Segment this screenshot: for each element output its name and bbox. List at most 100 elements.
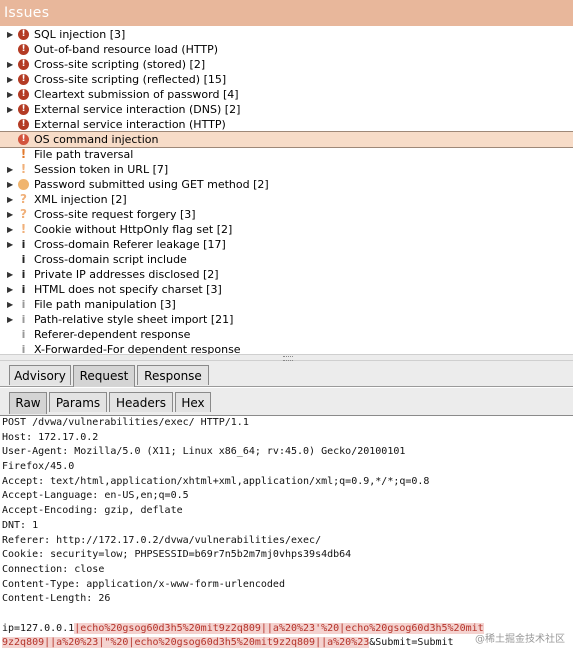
issue-label: Password submitted using GET method [2] xyxy=(34,178,269,191)
issue-label: Private IP addresses disclosed [2] xyxy=(34,268,219,281)
info-icon: i xyxy=(21,343,26,354)
expand-arrow-icon[interactable]: ▶ xyxy=(7,177,13,192)
issue-label: Cross-domain script include xyxy=(34,253,187,266)
panel-splitter[interactable] xyxy=(0,354,573,361)
tab-request[interactable]: Request xyxy=(73,365,135,387)
high-severity-icon: ! xyxy=(18,59,29,70)
tab-response[interactable]: Response xyxy=(137,365,209,385)
issue-row[interactable]: ▶! Cleartext submission of password [4] xyxy=(0,87,573,102)
medium-circle-icon xyxy=(18,179,29,190)
request-line: User-Agent: Mozilla/5.0 (X11; Linux x86_… xyxy=(2,446,406,458)
expand-arrow-icon[interactable]: ▶ xyxy=(7,207,13,222)
info-icon: i xyxy=(21,283,26,296)
request-line: Content-Length: 26 xyxy=(2,593,111,605)
detail-tab-bar: Advisory Request Response xyxy=(0,361,573,387)
issue-label: OS command injection xyxy=(34,133,159,146)
issue-row[interactable]: ! External service interaction (HTTP) xyxy=(0,117,573,132)
issue-row[interactable]: ▶! Cross-site scripting (reflected) [15] xyxy=(0,72,573,87)
issue-row[interactable]: ▶! External service interaction (DNS) [2] xyxy=(0,102,573,117)
issue-row[interactable]: ▶ i Private IP addresses disclosed [2] xyxy=(0,267,573,282)
issue-row[interactable]: ! Out-of-band resource load (HTTP) xyxy=(0,42,573,57)
watermark: @稀土掘金技术社区 xyxy=(475,634,565,645)
high-severity-icon: ! xyxy=(18,134,29,145)
tab-params[interactable]: Params xyxy=(49,392,107,412)
expand-arrow-icon[interactable]: ▶ xyxy=(7,297,13,312)
raw-request-editor[interactable]: POST /dvwa/vulnerabilities/exec/ HTTP/1.… xyxy=(0,416,573,651)
request-line xyxy=(0,607,573,622)
issue-label: Cross-site scripting (reflected) [15] xyxy=(34,73,227,86)
tab-hex[interactable]: Hex xyxy=(175,392,211,412)
expand-arrow-icon[interactable]: ▶ xyxy=(7,27,13,42)
message-view-tab-bar: Raw Params Headers Hex xyxy=(0,388,573,416)
request-line: Accept: text/html,application/xhtml+xml,… xyxy=(2,475,430,487)
issue-label: HTML does not specify charset [3] xyxy=(34,283,222,296)
issue-row[interactable]: ! OS command injection xyxy=(0,131,573,148)
issue-label: Cross-site request forgery [3] xyxy=(34,208,196,221)
issue-row[interactable]: ▶ i Path-relative style sheet import [21] xyxy=(0,312,573,327)
expand-arrow-icon[interactable]: ▶ xyxy=(7,282,13,297)
question-icon: ? xyxy=(20,192,27,206)
low-severity-icon: ! xyxy=(20,162,27,176)
issues-tree[interactable]: ▶! SQL injection [3]! Out-of-band resource… xyxy=(0,27,573,354)
expand-arrow-icon[interactable]: ▶ xyxy=(7,162,13,177)
issue-row[interactable]: ▶? Cross-site request forgery [3] xyxy=(0,207,573,222)
request-line: Host: 172.17.0.2 xyxy=(2,431,99,443)
expand-arrow-icon[interactable]: ▶ xyxy=(7,87,13,102)
issue-row[interactable]: i Cross-domain script include xyxy=(0,252,573,267)
request-line: Referer: http://172.17.0.2/dvwa/vulnerab… xyxy=(2,534,322,546)
expand-arrow-icon[interactable]: ▶ xyxy=(7,222,13,237)
issue-label: Path-relative style sheet import [21] xyxy=(34,313,234,326)
issue-row[interactable]: i X-Forwarded-For dependent response xyxy=(0,342,573,354)
expand-arrow-icon[interactable]: ▶ xyxy=(7,72,13,87)
request-body-submit: &Submit=Submit xyxy=(369,637,454,649)
issue-label: Cross-site scripting (stored) [2] xyxy=(34,58,206,71)
high-severity-icon: ! xyxy=(18,74,29,85)
issue-row[interactable]: ▶! Cross-site scripting (stored) [2] xyxy=(0,57,573,72)
issue-label: SQL injection [3] xyxy=(34,28,126,41)
issue-row[interactable]: ▶! Session token in URL [7] xyxy=(0,162,573,177)
high-severity-icon: ! xyxy=(18,119,29,130)
issue-label: Session token in URL [7] xyxy=(34,163,169,176)
tab-raw[interactable]: Raw xyxy=(9,392,47,414)
issue-row[interactable]: ▶ i File path manipulation [3] xyxy=(0,297,573,312)
issue-row[interactable]: ▶ i Cross-domain Referer leakage [17] xyxy=(0,237,573,252)
high-severity-icon: ! xyxy=(18,89,29,100)
expand-arrow-icon[interactable]: ▶ xyxy=(7,57,13,72)
issue-row[interactable]: ! File path traversal xyxy=(0,147,573,162)
question-icon: ? xyxy=(20,207,27,221)
request-line: Content-Type: application/x-www-form-url… xyxy=(2,578,285,590)
expand-arrow-icon[interactable]: ▶ xyxy=(7,102,13,117)
expand-arrow-icon[interactable]: ▶ xyxy=(7,192,13,207)
medium-severity-icon: ! xyxy=(20,147,27,161)
issue-row[interactable]: ▶ i HTML does not specify charset [3] xyxy=(0,282,573,297)
request-line: Accept-Encoding: gzip, deflate xyxy=(2,505,183,517)
high-severity-icon: ! xyxy=(18,44,29,55)
info-icon: i xyxy=(21,268,26,281)
tab-headers[interactable]: Headers xyxy=(109,392,173,412)
issue-row[interactable]: ▶ Password submitted using GET method [2] xyxy=(0,177,573,192)
request-line: DNT: 1 xyxy=(2,519,39,531)
tab-advisory[interactable]: Advisory xyxy=(9,365,71,385)
info-icon: i xyxy=(21,313,26,326)
issue-row[interactable]: i Referer-dependent response xyxy=(0,327,573,342)
issue-row[interactable]: ▶? XML injection [2] xyxy=(0,192,573,207)
issue-label: External service interaction (DNS) [2] xyxy=(34,103,241,116)
info-icon: i xyxy=(21,238,26,251)
expand-arrow-icon[interactable]: ▶ xyxy=(7,312,13,327)
injected-payload: |echo%20gsog60d3h5%20mit9z2q809||a%20%23… xyxy=(74,622,484,634)
expand-arrow-icon[interactable]: ▶ xyxy=(7,237,13,252)
issue-row[interactable]: ▶! Cookie without HttpOnly flag set [2] xyxy=(0,222,573,237)
expand-arrow-icon[interactable]: ▶ xyxy=(7,267,13,282)
info-icon: i xyxy=(21,298,26,311)
injected-payload: 9z2q809||a%20%23|"%20|echo%20gsog60d3h5%… xyxy=(2,637,370,649)
low-severity-icon: ! xyxy=(20,222,27,236)
issue-label: File path traversal xyxy=(34,148,134,161)
info-icon: i xyxy=(21,328,26,341)
issue-row[interactable]: ▶! SQL injection [3] xyxy=(0,27,573,42)
high-severity-icon: ! xyxy=(18,29,29,40)
issue-label: XML injection [2] xyxy=(34,193,127,206)
issue-label: Out-of-band resource load (HTTP) xyxy=(34,43,219,56)
info-icon: i xyxy=(21,253,26,266)
issue-label: Referer-dependent response xyxy=(34,328,191,341)
request-line: Accept-Language: en-US,en;q=0.5 xyxy=(2,490,189,502)
